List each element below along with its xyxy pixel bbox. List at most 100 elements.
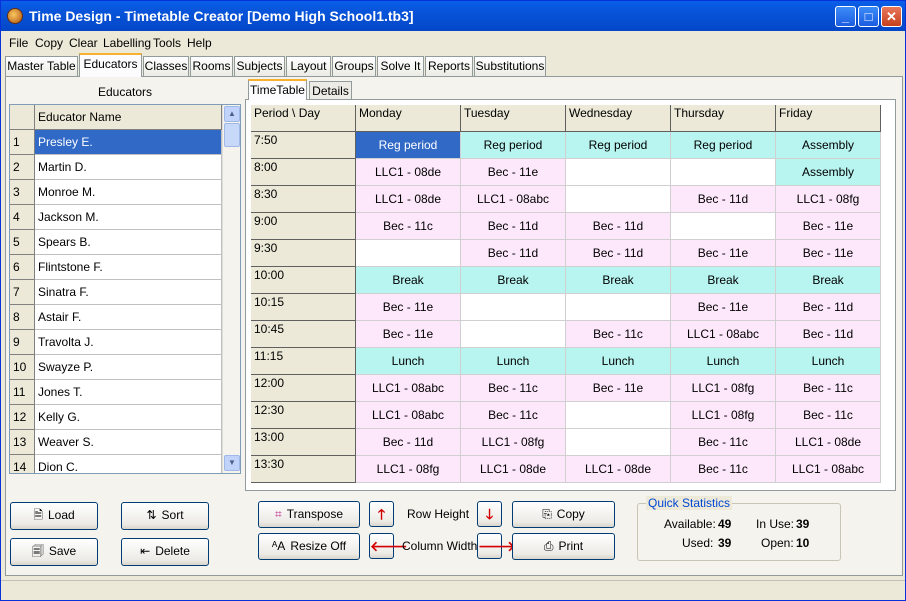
timetable-cell[interactable]: [671, 213, 776, 240]
educator-row[interactable]: Spears B.: [35, 230, 222, 255]
timetable-cell[interactable]: LLC1 - 08abc: [671, 321, 776, 348]
educator-row[interactable]: Dion C.: [35, 455, 222, 473]
tab-substitutions[interactable]: Substitutions: [474, 56, 546, 76]
scroll-down-arrow-icon[interactable]: ▼: [224, 455, 240, 471]
row-number[interactable]: 11: [10, 380, 35, 405]
timetable-cell[interactable]: Lunch: [566, 348, 671, 375]
day-header[interactable]: Monday: [356, 105, 461, 132]
timetable-cell[interactable]: Reg period: [566, 132, 671, 159]
timetable-cell[interactable]: Lunch: [356, 348, 461, 375]
row-number[interactable]: 6: [10, 255, 35, 280]
timetable-cell[interactable]: LLC1 - 08de: [566, 456, 671, 483]
timetable-cell[interactable]: Bec - 11c: [776, 375, 881, 402]
timetable-grid[interactable]: Period \ Day Monday Tuesday Wednesday Thursd…: [251, 105, 891, 485]
row-number[interactable]: 8: [10, 305, 35, 330]
day-header[interactable]: Friday: [776, 105, 881, 132]
timetable-cell[interactable]: LLC1 - 08fg: [776, 186, 881, 213]
load-button[interactable]: 🗎 Load: [10, 502, 98, 530]
timetable-cell[interactable]: Bec - 11e: [356, 321, 461, 348]
timetable-cell[interactable]: LLC1 - 08abc: [356, 375, 461, 402]
timetable-cell[interactable]: LLC1 - 08fg: [671, 375, 776, 402]
scroll-up-arrow-icon[interactable]: ▲: [224, 106, 240, 122]
educator-row[interactable]: Sinatra F.: [35, 280, 222, 305]
tab-solve-it[interactable]: Solve It: [377, 56, 424, 76]
period-header[interactable]: 12:00: [251, 375, 356, 402]
tab-layout[interactable]: Layout: [286, 56, 331, 76]
timetable-cell[interactable]: LLC1 - 08de: [776, 429, 881, 456]
educator-row[interactable]: Kelly G.: [35, 405, 222, 430]
tab-reports[interactable]: Reports: [425, 56, 473, 76]
period-header[interactable]: 9:00: [251, 213, 356, 240]
educator-name-header[interactable]: Educator Name: [35, 105, 222, 130]
timetable-cell[interactable]: Bec - 11c: [356, 213, 461, 240]
timetable-cell[interactable]: Bec - 11c: [461, 375, 566, 402]
period-header[interactable]: 12:30: [251, 402, 356, 429]
period-header[interactable]: 7:50: [251, 132, 356, 159]
timetable-cell[interactable]: Bec - 11c: [671, 429, 776, 456]
timetable-cell[interactable]: Break: [461, 267, 566, 294]
educator-row[interactable]: Monroe M.: [35, 180, 222, 205]
tab-educators[interactable]: Educators: [79, 53, 142, 77]
print-button[interactable]: ⎙ Print: [512, 533, 615, 560]
timetable-cell[interactable]: Assembly: [776, 159, 881, 186]
timetable-cell[interactable]: Bec - 11d: [776, 321, 881, 348]
timetable-cell[interactable]: LLC1 - 08fg: [356, 456, 461, 483]
timetable-cell[interactable]: [566, 186, 671, 213]
close-button[interactable]: ✕: [881, 6, 902, 27]
row-number[interactable]: 7: [10, 280, 35, 305]
tab-subjects[interactable]: Subjects: [234, 56, 285, 76]
menu-clear[interactable]: Clear: [69, 36, 98, 50]
timetable-cell[interactable]: Bec - 11e: [671, 294, 776, 321]
timetable-cell[interactable]: Reg period: [461, 132, 566, 159]
timetable-cell[interactable]: Bec - 11e: [671, 240, 776, 267]
timetable-cell[interactable]: Break: [356, 267, 461, 294]
timetable-cell[interactable]: LLC1 - 08de: [461, 456, 566, 483]
educator-row[interactable]: Travolta J.: [35, 330, 222, 355]
period-header[interactable]: 10:45: [251, 321, 356, 348]
timetable-cell[interactable]: Lunch: [671, 348, 776, 375]
timetable-cell[interactable]: LLC1 - 08abc: [776, 456, 881, 483]
timetable-cell[interactable]: Bec - 11e: [461, 159, 566, 186]
copy-button[interactable]: ⎘ Copy: [512, 501, 615, 528]
timetable-cell[interactable]: Lunch: [461, 348, 566, 375]
educator-row[interactable]: Swayze P.: [35, 355, 222, 380]
tab-rooms[interactable]: Rooms: [190, 56, 233, 76]
tab-groups[interactable]: Groups: [332, 56, 376, 76]
row-height-up-button[interactable]: 🡑: [369, 501, 394, 527]
timetable-cell[interactable]: LLC1 - 08abc: [356, 402, 461, 429]
scroll-thumb[interactable]: [224, 123, 240, 147]
timetable-cell[interactable]: Bec - 11d: [776, 294, 881, 321]
period-header[interactable]: 11:15: [251, 348, 356, 375]
timetable-cell[interactable]: LLC1 - 08de: [356, 186, 461, 213]
row-number[interactable]: 1: [10, 130, 35, 155]
timetable-cell[interactable]: Break: [671, 267, 776, 294]
timetable-cell[interactable]: Bec - 11d: [461, 240, 566, 267]
row-height-down-button[interactable]: 🡓: [477, 501, 502, 527]
row-number[interactable]: 9: [10, 330, 35, 355]
resize-off-button[interactable]: ᴬA Resize Off: [258, 533, 360, 560]
minimize-button[interactable]: _: [835, 6, 856, 27]
educator-row[interactable]: Presley E.: [35, 130, 222, 155]
educator-row[interactable]: Jackson M.: [35, 205, 222, 230]
column-width-left-button[interactable]: 🡐: [369, 533, 408, 559]
menu-labelling[interactable]: Labelling: [103, 36, 151, 50]
educators-scrollbar[interactable]: ▲ ▼: [222, 105, 240, 473]
timetable-cell[interactable]: LLC1 - 08fg: [671, 402, 776, 429]
timetable-cell[interactable]: Reg period: [671, 132, 776, 159]
timetable-cell[interactable]: Bec - 11e: [776, 240, 881, 267]
row-number[interactable]: 4: [10, 205, 35, 230]
period-header[interactable]: 13:00: [251, 429, 356, 456]
timetable-cell[interactable]: Break: [566, 267, 671, 294]
timetable-cell[interactable]: [566, 159, 671, 186]
maximize-button[interactable]: □: [858, 6, 879, 27]
timetable-cell[interactable]: [566, 402, 671, 429]
tab-classes[interactable]: Classes: [143, 56, 189, 76]
row-number[interactable]: 2: [10, 155, 35, 180]
timetable-cell[interactable]: Bec - 11d: [566, 213, 671, 240]
row-number[interactable]: 10: [10, 355, 35, 380]
save-button[interactable]: 🗐 Save: [10, 538, 98, 566]
timetable-cell[interactable]: Assembly: [776, 132, 881, 159]
tab-master-table[interactable]: Master Table: [5, 56, 78, 76]
timetable-cell[interactable]: Bec - 11e: [566, 375, 671, 402]
educator-row[interactable]: Weaver S.: [35, 430, 222, 455]
